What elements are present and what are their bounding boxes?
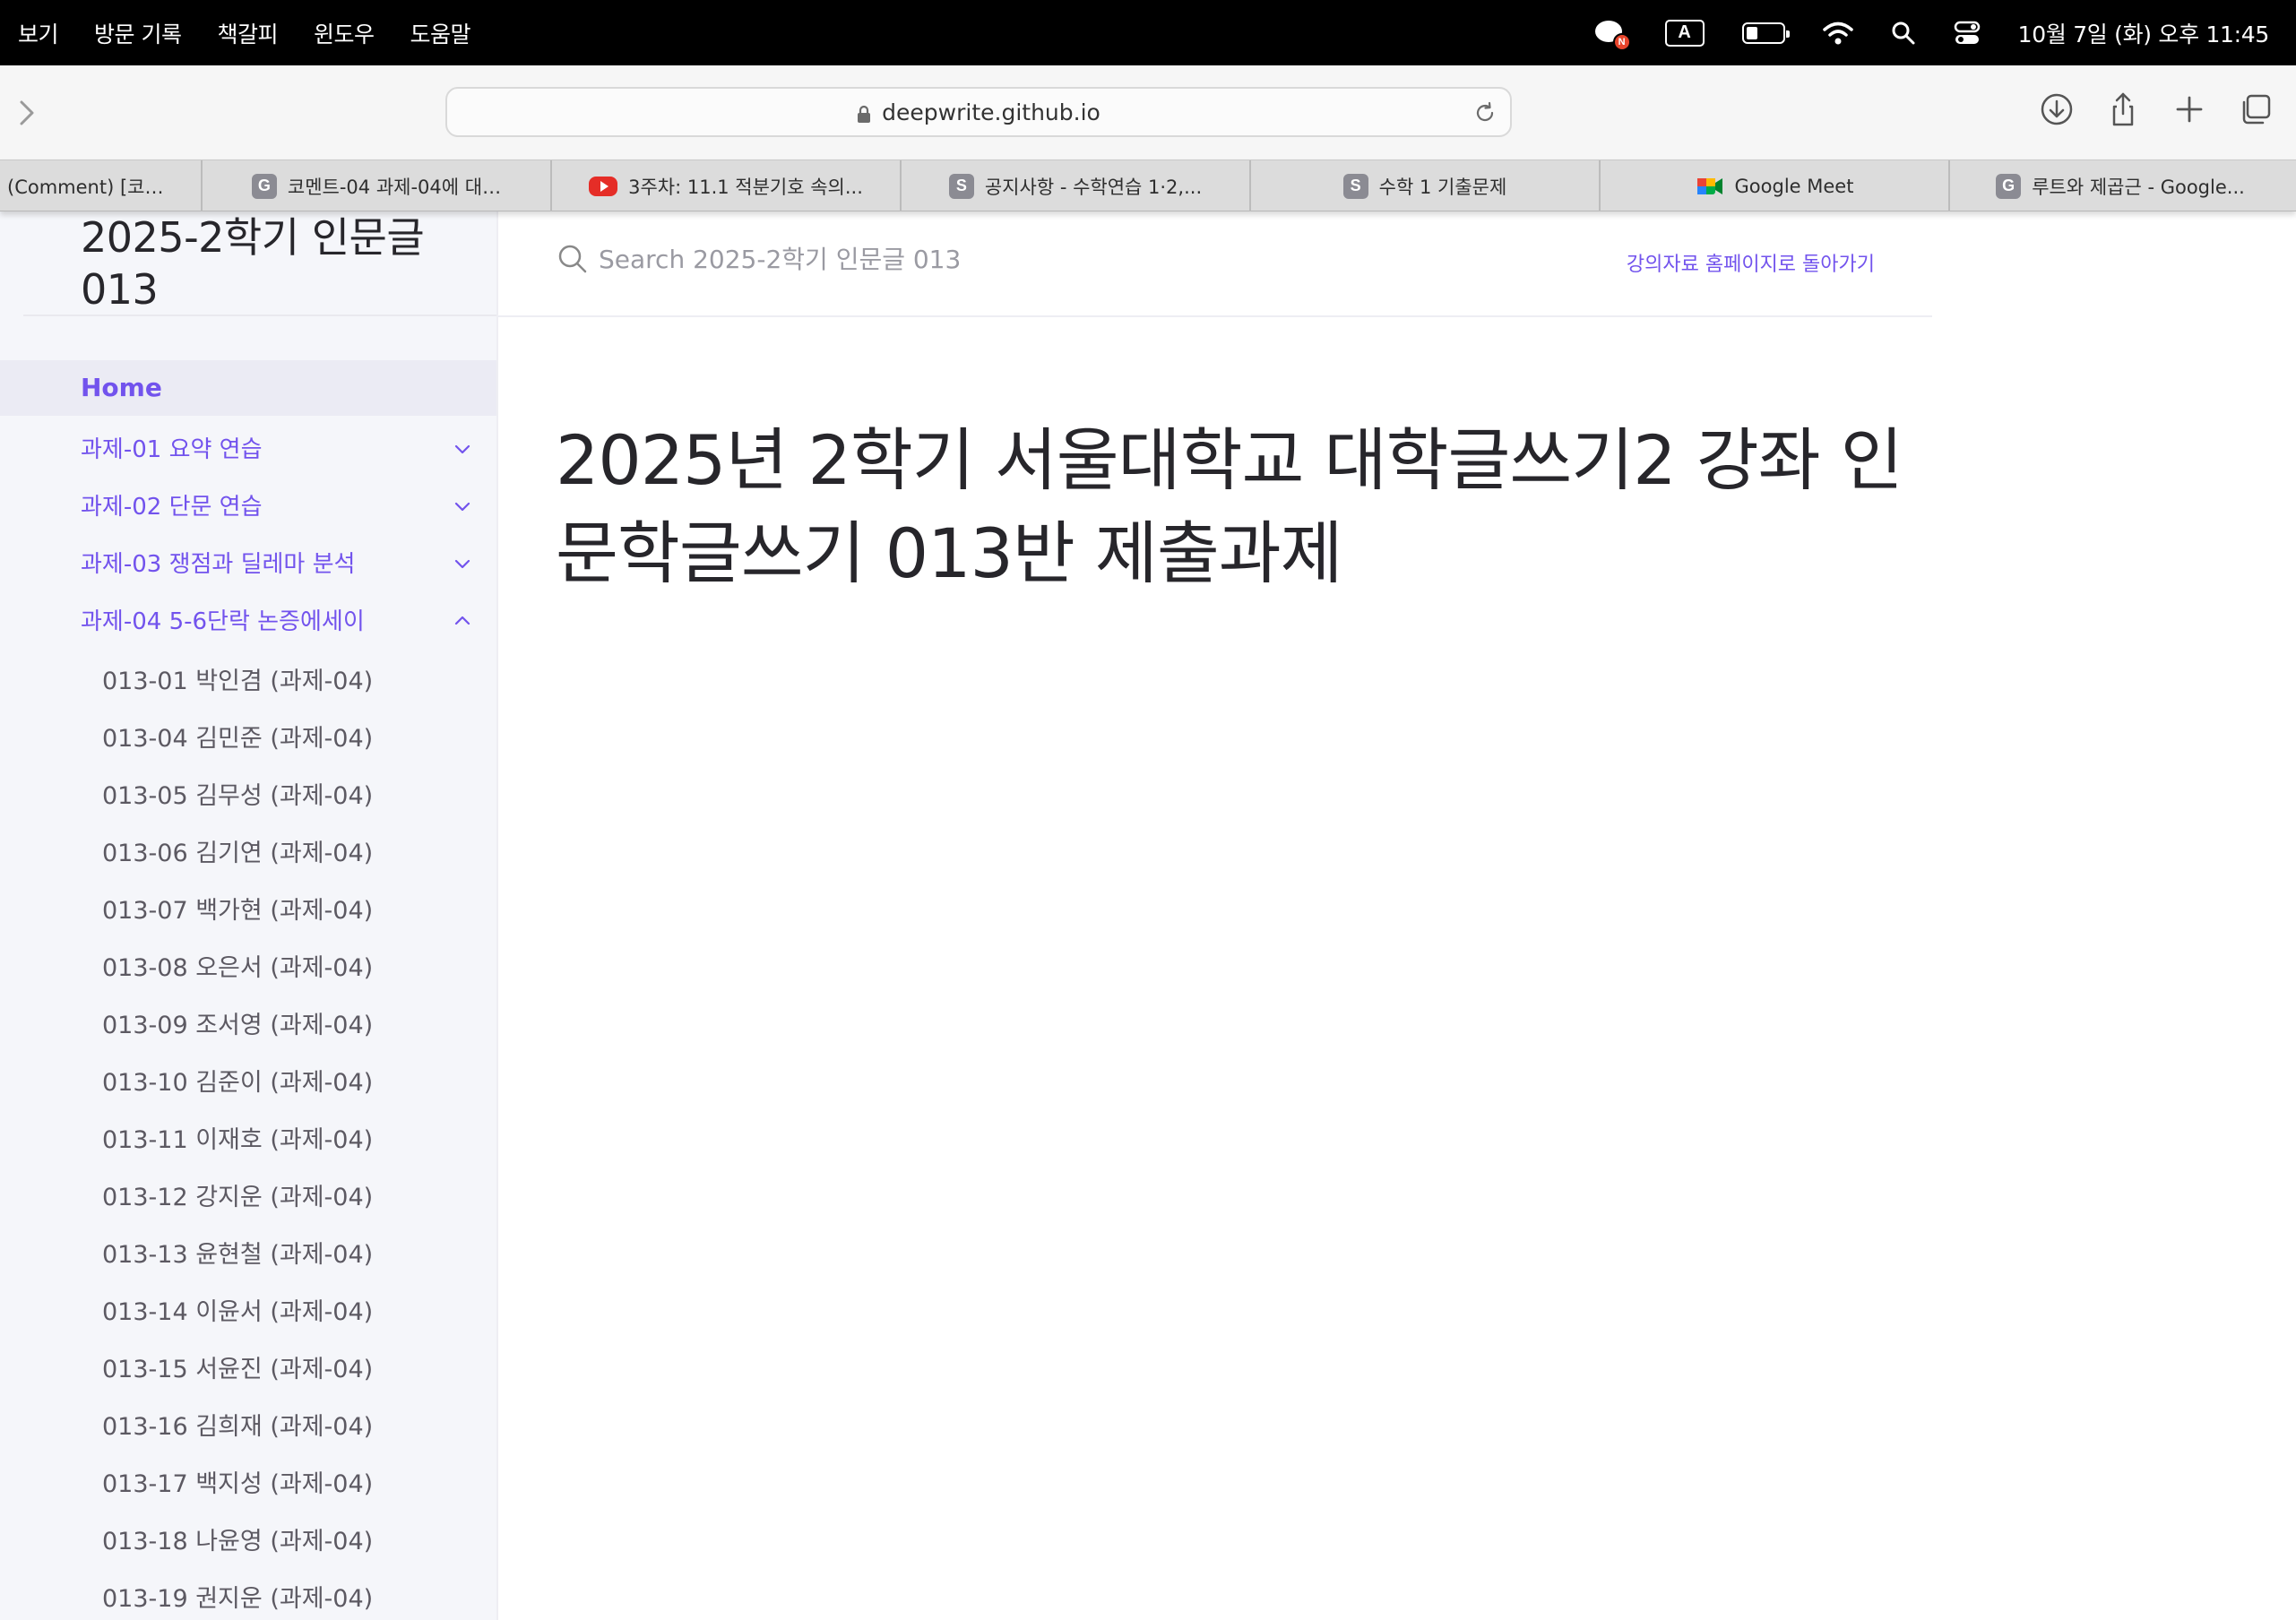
url-text[interactable]: deepwrite.github.io (882, 99, 1101, 125)
chat-notification-icon[interactable]: N (1594, 19, 1631, 51)
battery-icon[interactable] (1741, 22, 1790, 44)
control-center-icon[interactable] (1954, 21, 1981, 46)
chevron-down-icon[interactable] (452, 553, 473, 574)
nav-section-label: 과제-01 요약 연습 (81, 436, 263, 463)
google-meet-icon (1696, 177, 1722, 194)
submission-link[interactable]: 013-19 권지운 (과제-04) (102, 1579, 373, 1614)
lock-icon (858, 105, 871, 123)
clock[interactable]: 10월 7일 (화) 오후 11:45 (2018, 17, 2270, 49)
submission-link[interactable]: 013-12 강지운 (과제-04) (102, 1177, 373, 1212)
tab-title: 수학 1 기출문제 (1378, 176, 1507, 198)
sidebar-divider (23, 315, 496, 316)
search-input[interactable] (599, 244, 1226, 274)
share-icon[interactable] (2104, 90, 2142, 128)
tab-comment[interactable]: (Comment) [코… (0, 160, 203, 211)
tab-root-square[interactable]: G 루트와 제곱근 - Google... (1950, 160, 2291, 211)
tab-comment-04[interactable]: G 코멘트-04 과제-04에 대… (203, 160, 552, 211)
submission-link[interactable]: 013-16 김희재 (과제-04) (102, 1407, 373, 1442)
chat-badge: N (1612, 32, 1631, 51)
site-title[interactable]: 2025-2학기 인문글 013 (81, 211, 457, 315)
nav-section-03[interactable]: 과제-03 쟁점과 딜레마 분석 (81, 546, 484, 582)
tab-google-meet[interactable]: Google Meet (1601, 160, 1950, 211)
tab-title: 루트와 제곱근 - Google... (2032, 176, 2245, 198)
menu-bookmarks[interactable]: 책갈피 (217, 17, 278, 49)
menu-history[interactable]: 방문 기록 (94, 17, 182, 49)
menu-bar: 보기 방문 기록 책갈피 윈도우 도움말 N A 10월 7일 (화) 오후 1… (0, 0, 2296, 65)
tab-title: 코멘트-04 과제-04에 대… (287, 176, 502, 198)
submission-link[interactable]: 013-01 박인겸 (과제-04) (102, 661, 373, 696)
wifi-icon[interactable] (1822, 21, 1853, 46)
google-favicon-icon: G (251, 173, 277, 199)
tab-title: (Comment) [코… (7, 176, 164, 198)
tab-title: 공지사항 - 수학연습 1·2,... (984, 176, 1203, 198)
status-area: N A 10월 7일 (화) 오후 11:45 (1558, 0, 2269, 65)
submission-link[interactable]: 013-09 조서영 (과제-04) (102, 1005, 373, 1040)
tab-title: Google Meet (1734, 175, 1854, 197)
tab-title: 3주차: 11.1 적분기호 속의... (628, 176, 863, 198)
tab-math-exam[interactable]: S 수학 1 기출문제 (1251, 160, 1601, 211)
chevron-up-icon[interactable] (452, 610, 473, 632)
menu-window[interactable]: 윈도우 (314, 17, 375, 49)
submission-link[interactable]: 013-10 김준이 (과제-04) (102, 1063, 373, 1098)
nav-section-01[interactable]: 과제-01 요약 연습 (81, 431, 484, 467)
chevron-down-icon[interactable] (452, 495, 473, 517)
submission-link[interactable]: 013-04 김민준 (과제-04) (102, 719, 373, 754)
back-to-course-home-link[interactable]: 강의자료 홈페이지로 돌아가기 (1627, 248, 1875, 277)
browser-toolbar: deepwrite.github.io (0, 65, 2296, 159)
submission-link[interactable]: 013-14 이윤서 (과제-04) (102, 1292, 373, 1327)
toolbar-actions (2009, 90, 2274, 128)
reload-icon[interactable] (1472, 100, 1498, 125)
nav-section-label: 과제-04 5-6단락 논증에세이 (81, 608, 365, 635)
search-bar[interactable] (556, 242, 1226, 276)
submission-link[interactable]: 013-17 백지성 (과제-04) (102, 1464, 373, 1499)
submission-link[interactable]: 013-13 윤현철 (과제-04) (102, 1235, 373, 1270)
submission-link[interactable]: 013-07 백가현 (과제-04) (102, 891, 373, 926)
spotlight-search-icon[interactable] (1891, 21, 1916, 46)
menu-view[interactable]: 보기 (18, 17, 59, 49)
submission-link[interactable]: 013-08 오은서 (과제-04) (102, 948, 373, 983)
address-bar[interactable]: deepwrite.github.io (445, 87, 1512, 137)
page-title: 2025년 2학기 서울대학교 대학글쓰기2 강좌 인문학글쓰기 013반 제출… (556, 420, 1903, 593)
header-divider (498, 315, 1932, 317)
submission-link[interactable]: 013-06 김기연 (과제-04) (102, 833, 373, 868)
s-favicon-icon: S (1342, 173, 1368, 199)
google-favicon-icon: G (1996, 173, 2022, 199)
s-favicon-icon: S (948, 173, 974, 199)
tab-notice[interactable]: S 공지사항 - 수학연습 1·2,... (902, 160, 1251, 211)
nav-home[interactable]: Home (0, 360, 496, 416)
submission-link[interactable]: 013-11 이재호 (과제-04) (102, 1120, 373, 1155)
downloads-icon[interactable] (2038, 90, 2076, 128)
nav-section-label: 과제-02 단문 연습 (81, 494, 263, 521)
submission-link[interactable]: 013-18 나윤영 (과제-04) (102, 1521, 373, 1556)
nav-section-label: 과제-03 쟁점과 딜레마 분석 (81, 551, 356, 578)
youtube-favicon-icon (589, 176, 618, 196)
menu-help[interactable]: 도움말 (410, 17, 471, 49)
nav-section-04[interactable]: 과제-04 5-6단락 논증에세이 (81, 603, 484, 639)
nav-section-02[interactable]: 과제-02 단문 연습 (81, 488, 484, 524)
sidebar: 2025-2학기 인문글 013 Home 과제-01 요약 연습 과제-02 … (0, 211, 498, 1620)
tab-youtube[interactable]: 3주차: 11.1 적분기호 속의... (552, 160, 902, 211)
app-menus: 보기 방문 기록 책갈피 윈도우 도움말 (0, 17, 506, 49)
chevron-down-icon[interactable] (452, 438, 473, 460)
input-source-icon[interactable]: A (1664, 19, 1705, 47)
submission-link[interactable]: 013-15 서윤진 (과제-04) (102, 1349, 373, 1384)
forward-icon[interactable] (14, 95, 41, 131)
nav-home-label: Home (81, 373, 162, 402)
tab-bar: (Comment) [코… G 코멘트-04 과제-04에 대… 3주차: 11… (0, 159, 2296, 211)
tab-overview-icon[interactable] (2237, 90, 2274, 128)
submission-link[interactable]: 013-05 김무성 (과제-04) (102, 776, 373, 811)
search-icon (558, 245, 587, 273)
new-tab-icon[interactable] (2171, 90, 2208, 128)
